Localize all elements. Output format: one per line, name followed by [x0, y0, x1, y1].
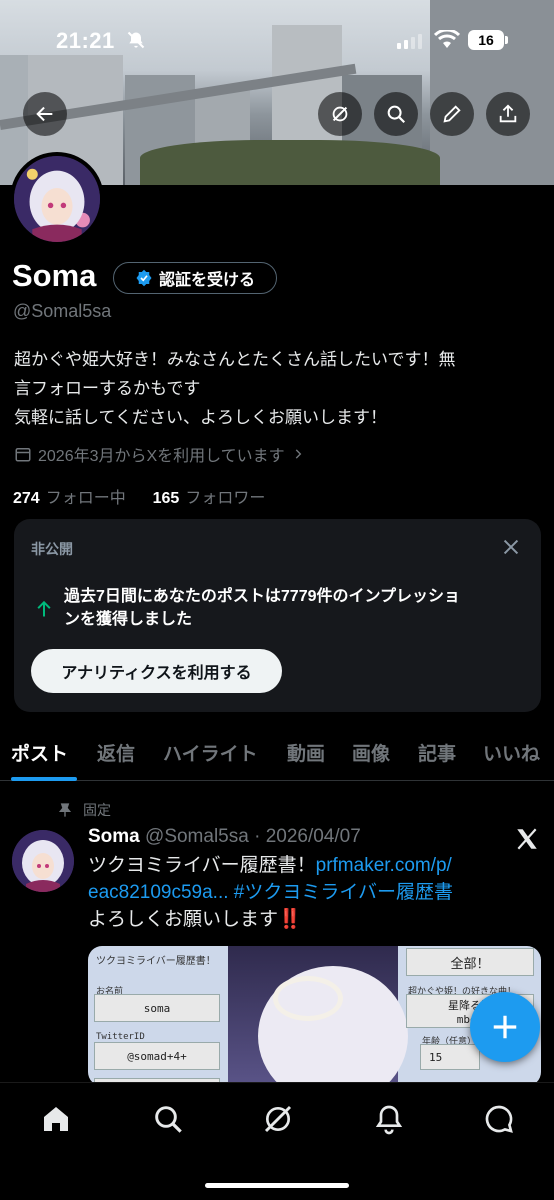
impressions-line: 過去7日間にあなたのポストは7779件のインプレッショ — [64, 588, 461, 605]
grok-icon[interactable] — [262, 1103, 294, 1135]
profile-bio: 超かぐや姫大好き！みなさんとたくさん話したいです！無 言フォローするかもです 気… — [14, 345, 544, 432]
followers-link[interactable]: 165 フォロワー — [153, 490, 266, 507]
image-art-hair — [273, 976, 343, 1021]
messages-icon[interactable] — [483, 1103, 515, 1135]
home-icon[interactable] — [40, 1103, 72, 1135]
verified-badge-icon — [136, 269, 152, 287]
calendar-icon — [15, 448, 31, 462]
status-bar: 21:21 16 — [0, 0, 554, 80]
grok-icon — [332, 106, 348, 122]
image-twitter-label: TwitterID — [96, 1032, 145, 1042]
impressions-text: 過去7日間にあなたのポストは7779件のインプレッショ ンを獲得しました — [64, 585, 524, 631]
avatar-image — [12, 830, 74, 892]
compose-button[interactable] — [470, 992, 540, 1062]
edit-icon — [443, 105, 461, 123]
edit-button[interactable] — [430, 92, 474, 136]
analytics-card: 非公開 過去7日間にあなたのポストは7779件のインプレッショ ンを獲得しました… — [14, 519, 541, 712]
x-logo-icon — [517, 828, 537, 850]
tab-replies[interactable]: 返信 — [97, 739, 135, 766]
followers-label: フォロワー — [185, 490, 266, 507]
post-author-name[interactable]: Soma — [88, 826, 140, 847]
battery-icon: 16 — [468, 30, 504, 50]
pinned-label: 固定 — [83, 802, 111, 818]
battery-tip — [505, 36, 508, 44]
tab-highlights[interactable]: ハイライト — [163, 739, 258, 766]
tab-images[interactable]: 画像 — [352, 739, 390, 766]
follow-stats: 274 フォロー中 165 フォロワー — [13, 484, 265, 508]
avatar-image — [14, 156, 100, 242]
silent-bell-icon — [127, 31, 145, 49]
bio-line: 言フォローするかもです — [14, 379, 201, 398]
image-all-field: 全部！ — [406, 948, 534, 976]
share-button[interactable] — [486, 92, 530, 136]
close-icon[interactable] — [500, 536, 522, 558]
post-handle-date: @Somal5sa · 2026/04/07 — [145, 826, 361, 847]
following-label: フォロー中 — [45, 490, 126, 507]
banner-trees — [140, 140, 440, 185]
joined-text: 2026年3月からXを利用しています — [38, 448, 285, 465]
tab-videos[interactable]: 動画 — [287, 739, 325, 766]
search-icon[interactable] — [152, 1103, 184, 1135]
private-label: 非公開 — [31, 541, 73, 557]
wifi-icon — [434, 30, 460, 48]
image-age-field: 15 — [420, 1044, 480, 1070]
arrow-up-icon — [37, 600, 51, 617]
image-twitter-field: @somad+4+ — [94, 1042, 220, 1070]
post-author-avatar[interactable] — [12, 830, 74, 892]
post-text-line: よろしくお願いします — [88, 909, 279, 930]
profile-handle: @Somal5sa — [13, 301, 112, 321]
double-exclamation-emoji: ‼️ — [278, 909, 302, 930]
back-button[interactable] — [23, 92, 67, 136]
search-button[interactable] — [374, 92, 418, 136]
analytics-button[interactable]: アナリティクスを利用する — [31, 649, 282, 693]
get-verified-label: 認証を受ける — [158, 272, 255, 289]
following-count: 274 — [13, 490, 40, 507]
back-icon — [36, 106, 53, 122]
plus-icon — [493, 1015, 517, 1039]
post-text-line: ツクヨミライバー履歴書！ — [88, 855, 316, 876]
active-tab-indicator — [11, 777, 77, 781]
profile-name: Soma — [12, 258, 97, 293]
pin-icon — [58, 803, 72, 817]
bio-line: 気軽に話してください、よろしくお願いします！ — [14, 408, 387, 427]
grok-button[interactable] — [318, 92, 362, 136]
image-title: ツクヨミライバー履歴書！ — [96, 956, 216, 967]
following-link[interactable]: 274 フォロー中 — [13, 490, 126, 507]
get-verified-button[interactable]: 認証を受ける — [113, 262, 277, 294]
post-link[interactable]: eac82109c59a... — [88, 882, 229, 903]
share-icon — [499, 104, 517, 123]
search-icon — [387, 105, 406, 124]
status-time: 21:21 — [56, 28, 115, 53]
post-text: ツクヨミライバー履歴書！prfmaker.com/p/ eac82109c59a… — [88, 852, 528, 933]
notifications-icon[interactable] — [373, 1103, 405, 1135]
post-header: Soma @Somal5sa · 2026/04/07 — [88, 826, 361, 848]
joined-date[interactable]: 2026年3月からXを利用しています — [14, 442, 305, 466]
tab-articles[interactable]: 記事 — [418, 739, 456, 766]
profile-tabs: ポスト 返信 ハイライト 動画 画像 記事 いいね — [0, 735, 554, 781]
post-link[interactable]: prfmaker.com/p/ — [316, 855, 452, 876]
tab-posts[interactable]: ポスト — [11, 739, 68, 766]
post-hashtag[interactable]: #ツクヨミライバー履歴書 — [234, 882, 453, 903]
home-indicator — [205, 1183, 349, 1188]
tab-likes[interactable]: いいね — [483, 739, 540, 766]
impressions-line: ンを獲得しました — [64, 611, 193, 628]
profile-avatar[interactable] — [10, 152, 104, 246]
followers-count: 165 — [152, 490, 180, 507]
bio-line: 超かぐや姫大好き！みなさんとたくさん話したいです！無 — [14, 350, 456, 369]
cellular-signal-icon — [397, 34, 422, 49]
chevron-right-icon — [295, 449, 302, 459]
image-name-field: soma — [94, 994, 220, 1022]
pinned-indicator: 固定 — [57, 800, 111, 820]
